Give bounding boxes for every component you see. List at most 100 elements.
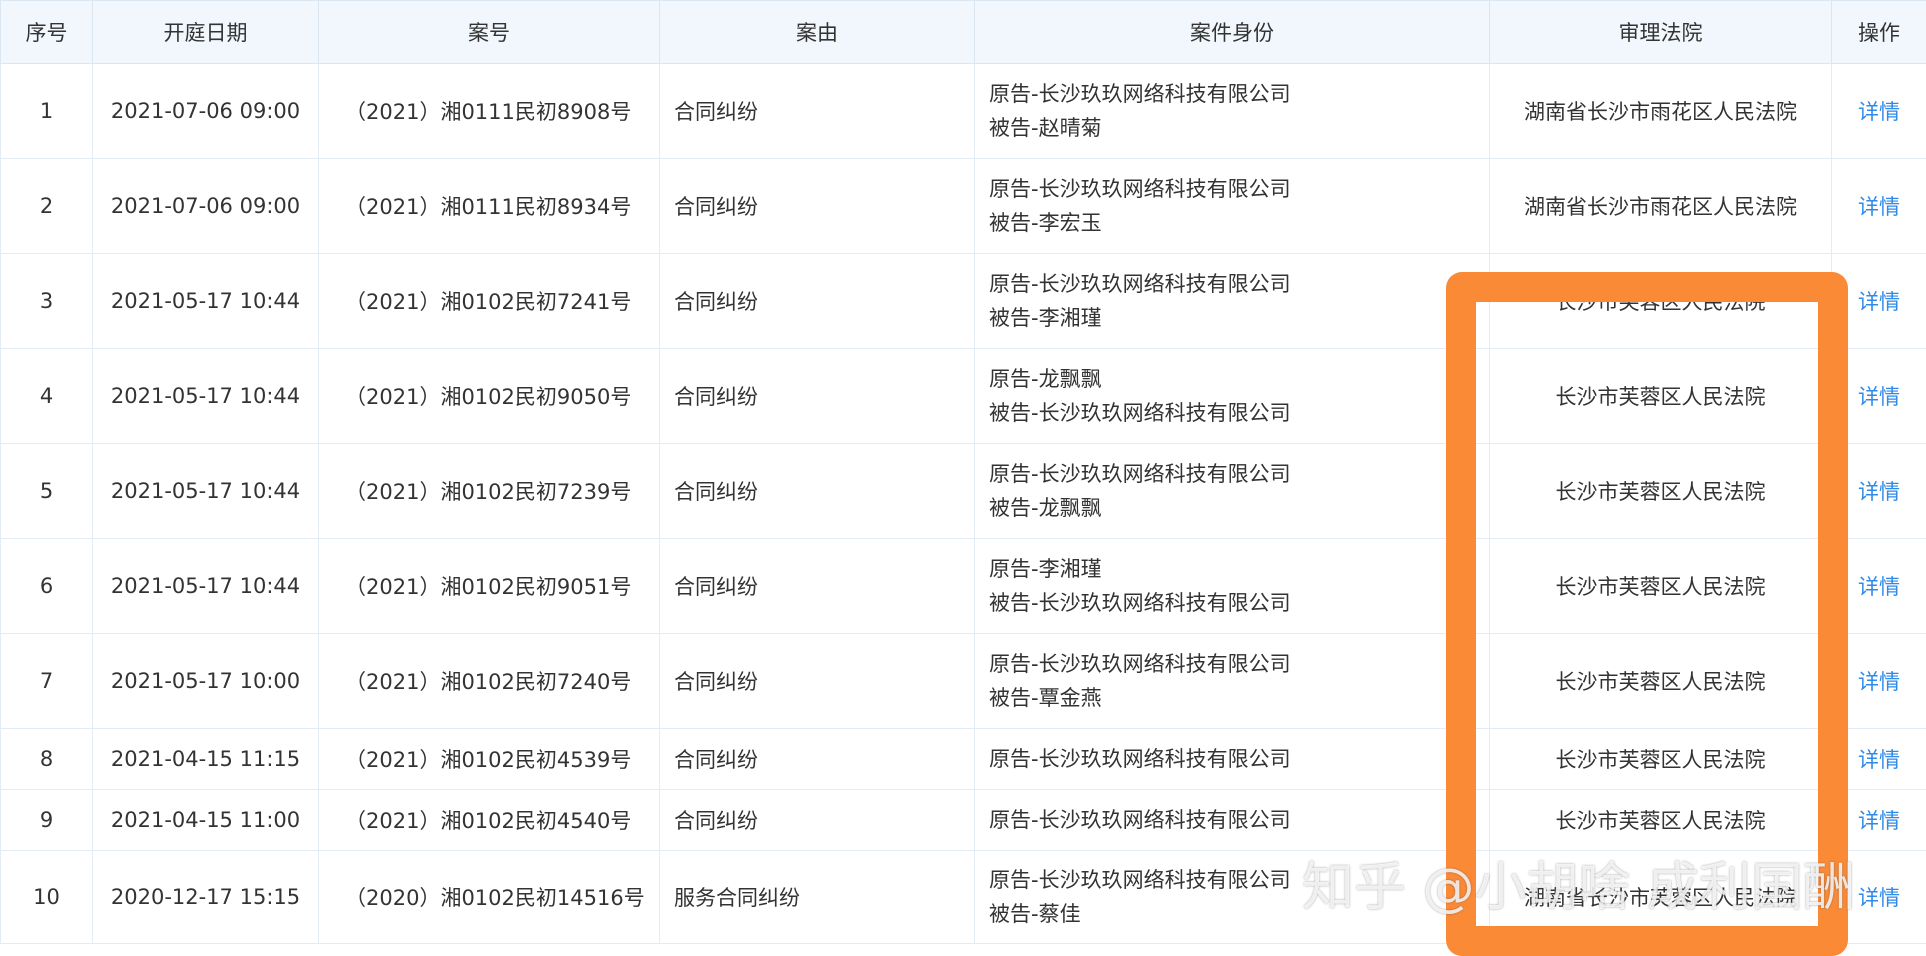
detail-link[interactable]: 详情 bbox=[1858, 886, 1900, 910]
table-row: 22021-07-06 09:00（2021）湘0111民初8934号合同纠纷原… bbox=[1, 159, 1926, 254]
cell-court: 长沙市芙蓉区人民法院 bbox=[1490, 729, 1832, 790]
cell-court: 湖南省长沙市雨花区人民法院 bbox=[1490, 64, 1832, 159]
cell-action: 详情 bbox=[1832, 790, 1926, 851]
cell-action: 详情 bbox=[1832, 349, 1926, 444]
cell-row-number: 4 bbox=[1, 349, 93, 444]
party-line-1: 原告-长沙玖玖网络科技有限公司 bbox=[989, 647, 1477, 681]
cell-case-number: （2021）湘0102民初7240号 bbox=[319, 634, 660, 729]
party-line-1: 原告-长沙玖玖网络科技有限公司 bbox=[989, 172, 1477, 206]
cell-case-reason: 合同纠纷 bbox=[660, 159, 975, 254]
cell-court: 湖南省长沙市雨花区人民法院 bbox=[1490, 159, 1832, 254]
cell-court: 长沙市芙蓉区人民法院 bbox=[1490, 254, 1832, 349]
party-line-1: 原告-长沙玖玖网络科技有限公司 bbox=[989, 267, 1477, 301]
detail-link[interactable]: 详情 bbox=[1858, 670, 1900, 694]
cell-hearing-date: 2021-07-06 09:00 bbox=[93, 159, 319, 254]
table-row: 92021-04-15 11:00（2021）湘0102民初4540号合同纠纷原… bbox=[1, 790, 1926, 851]
cell-court: 长沙市芙蓉区人民法院 bbox=[1490, 349, 1832, 444]
cell-case-reason: 服务合同纠纷 bbox=[660, 851, 975, 944]
party-line-1: 原告-长沙玖玖网络科技有限公司 bbox=[989, 803, 1477, 837]
cell-case-number: （2021）湘0111民初8934号 bbox=[319, 159, 660, 254]
cell-case-identity: 原告-长沙玖玖网络科技有限公司被告-覃金燕 bbox=[975, 634, 1490, 729]
table-row: 32021-05-17 10:44（2021）湘0102民初7241号合同纠纷原… bbox=[1, 254, 1926, 349]
table-header: 序号 开庭日期 案号 案由 案件身份 审理法院 操作 bbox=[1, 1, 1926, 64]
cell-hearing-date: 2021-05-17 10:00 bbox=[93, 634, 319, 729]
cell-row-number: 5 bbox=[1, 444, 93, 539]
cell-case-identity: 原告-长沙玖玖网络科技有限公司 bbox=[975, 729, 1490, 790]
cell-case-reason: 合同纠纷 bbox=[660, 64, 975, 159]
detail-link[interactable]: 详情 bbox=[1858, 480, 1900, 504]
party-line-2: 被告-长沙玖玖网络科技有限公司 bbox=[989, 396, 1477, 430]
cell-hearing-date: 2021-05-17 10:44 bbox=[93, 539, 319, 634]
cell-case-number: （2020）湘0102民初14516号 bbox=[319, 851, 660, 944]
cell-case-identity: 原告-长沙玖玖网络科技有限公司被告-李宏玉 bbox=[975, 159, 1490, 254]
cell-hearing-date: 2020-12-17 15:15 bbox=[93, 851, 319, 944]
cell-hearing-date: 2021-04-15 11:15 bbox=[93, 729, 319, 790]
detail-link[interactable]: 详情 bbox=[1858, 809, 1900, 833]
cell-case-identity: 原告-长沙玖玖网络科技有限公司被告-李湘瑾 bbox=[975, 254, 1490, 349]
detail-link[interactable]: 详情 bbox=[1858, 385, 1900, 409]
cell-case-number: （2021）湘0102民初7239号 bbox=[319, 444, 660, 539]
cell-action: 详情 bbox=[1832, 729, 1926, 790]
cell-row-number: 3 bbox=[1, 254, 93, 349]
party-line-1: 原告-李湘瑾 bbox=[989, 552, 1477, 586]
header-date: 开庭日期 bbox=[93, 1, 319, 64]
cell-case-identity: 原告-龙飘飘被告-长沙玖玖网络科技有限公司 bbox=[975, 349, 1490, 444]
cell-case-reason: 合同纠纷 bbox=[660, 254, 975, 349]
detail-link[interactable]: 详情 bbox=[1858, 100, 1900, 124]
cell-case-number: （2021）湘0102民初4539号 bbox=[319, 729, 660, 790]
party-line-1: 原告-龙飘飘 bbox=[989, 362, 1477, 396]
table-row: 72021-05-17 10:00（2021）湘0102民初7240号合同纠纷原… bbox=[1, 634, 1926, 729]
cell-case-identity: 原告-长沙玖玖网络科技有限公司 bbox=[975, 790, 1490, 851]
cell-case-reason: 合同纠纷 bbox=[660, 349, 975, 444]
party-line-1: 原告-长沙玖玖网络科技有限公司 bbox=[989, 457, 1477, 491]
court-case-table: 序号 开庭日期 案号 案由 案件身份 审理法院 操作 12021-07-06 0… bbox=[0, 0, 1926, 944]
cell-action: 详情 bbox=[1832, 64, 1926, 159]
cell-hearing-date: 2021-05-17 10:44 bbox=[93, 349, 319, 444]
party-line-2: 被告-龙飘飘 bbox=[989, 491, 1477, 525]
cell-case-number: （2021）湘0102民初4540号 bbox=[319, 790, 660, 851]
cell-case-identity: 原告-李湘瑾被告-长沙玖玖网络科技有限公司 bbox=[975, 539, 1490, 634]
detail-link[interactable]: 详情 bbox=[1858, 748, 1900, 772]
party-line-1: 原告-长沙玖玖网络科技有限公司 bbox=[989, 863, 1477, 897]
cell-action: 详情 bbox=[1832, 851, 1926, 944]
cell-hearing-date: 2021-05-17 10:44 bbox=[93, 444, 319, 539]
header-action: 操作 bbox=[1832, 1, 1926, 64]
cell-action: 详情 bbox=[1832, 539, 1926, 634]
detail-link[interactable]: 详情 bbox=[1858, 195, 1900, 219]
cell-action: 详情 bbox=[1832, 159, 1926, 254]
table-row: 12021-07-06 09:00（2021）湘0111民初8908号合同纠纷原… bbox=[1, 64, 1926, 159]
cell-row-number: 1 bbox=[1, 64, 93, 159]
cell-hearing-date: 2021-07-06 09:00 bbox=[93, 64, 319, 159]
cell-court: 湖南省长沙市芙蓉区人民法院 bbox=[1490, 851, 1832, 944]
party-line-2: 被告-蔡佳 bbox=[989, 897, 1477, 931]
cell-court: 长沙市芙蓉区人民法院 bbox=[1490, 634, 1832, 729]
cell-action: 详情 bbox=[1832, 634, 1926, 729]
detail-link[interactable]: 详情 bbox=[1858, 575, 1900, 599]
cell-row-number: 2 bbox=[1, 159, 93, 254]
table-row: 42021-05-17 10:44（2021）湘0102民初9050号合同纠纷原… bbox=[1, 349, 1926, 444]
cell-action: 详情 bbox=[1832, 254, 1926, 349]
cell-case-reason: 合同纠纷 bbox=[660, 444, 975, 539]
party-line-1: 原告-长沙玖玖网络科技有限公司 bbox=[989, 77, 1477, 111]
cell-hearing-date: 2021-05-17 10:44 bbox=[93, 254, 319, 349]
cell-court: 长沙市芙蓉区人民法院 bbox=[1490, 790, 1832, 851]
cell-court: 长沙市芙蓉区人民法院 bbox=[1490, 539, 1832, 634]
cell-case-reason: 合同纠纷 bbox=[660, 634, 975, 729]
detail-link[interactable]: 详情 bbox=[1858, 290, 1900, 314]
cell-hearing-date: 2021-04-15 11:00 bbox=[93, 790, 319, 851]
party-line-1: 原告-长沙玖玖网络科技有限公司 bbox=[989, 742, 1477, 776]
header-no: 序号 bbox=[1, 1, 93, 64]
header-identity: 案件身份 bbox=[975, 1, 1490, 64]
table-row: 52021-05-17 10:44（2021）湘0102民初7239号合同纠纷原… bbox=[1, 444, 1926, 539]
cell-row-number: 9 bbox=[1, 790, 93, 851]
cell-case-reason: 合同纠纷 bbox=[660, 539, 975, 634]
cell-case-identity: 原告-长沙玖玖网络科技有限公司被告-龙飘飘 bbox=[975, 444, 1490, 539]
cell-row-number: 7 bbox=[1, 634, 93, 729]
cell-row-number: 6 bbox=[1, 539, 93, 634]
table-body: 12021-07-06 09:00（2021）湘0111民初8908号合同纠纷原… bbox=[1, 64, 1926, 944]
cell-case-number: （2021）湘0111民初8908号 bbox=[319, 64, 660, 159]
header-row: 序号 开庭日期 案号 案由 案件身份 审理法院 操作 bbox=[1, 1, 1926, 64]
cell-case-number: （2021）湘0102民初7241号 bbox=[319, 254, 660, 349]
table-row: 82021-04-15 11:15（2021）湘0102民初4539号合同纠纷原… bbox=[1, 729, 1926, 790]
case-table-container: 序号 开庭日期 案号 案由 案件身份 审理法院 操作 12021-07-06 0… bbox=[0, 0, 1926, 948]
